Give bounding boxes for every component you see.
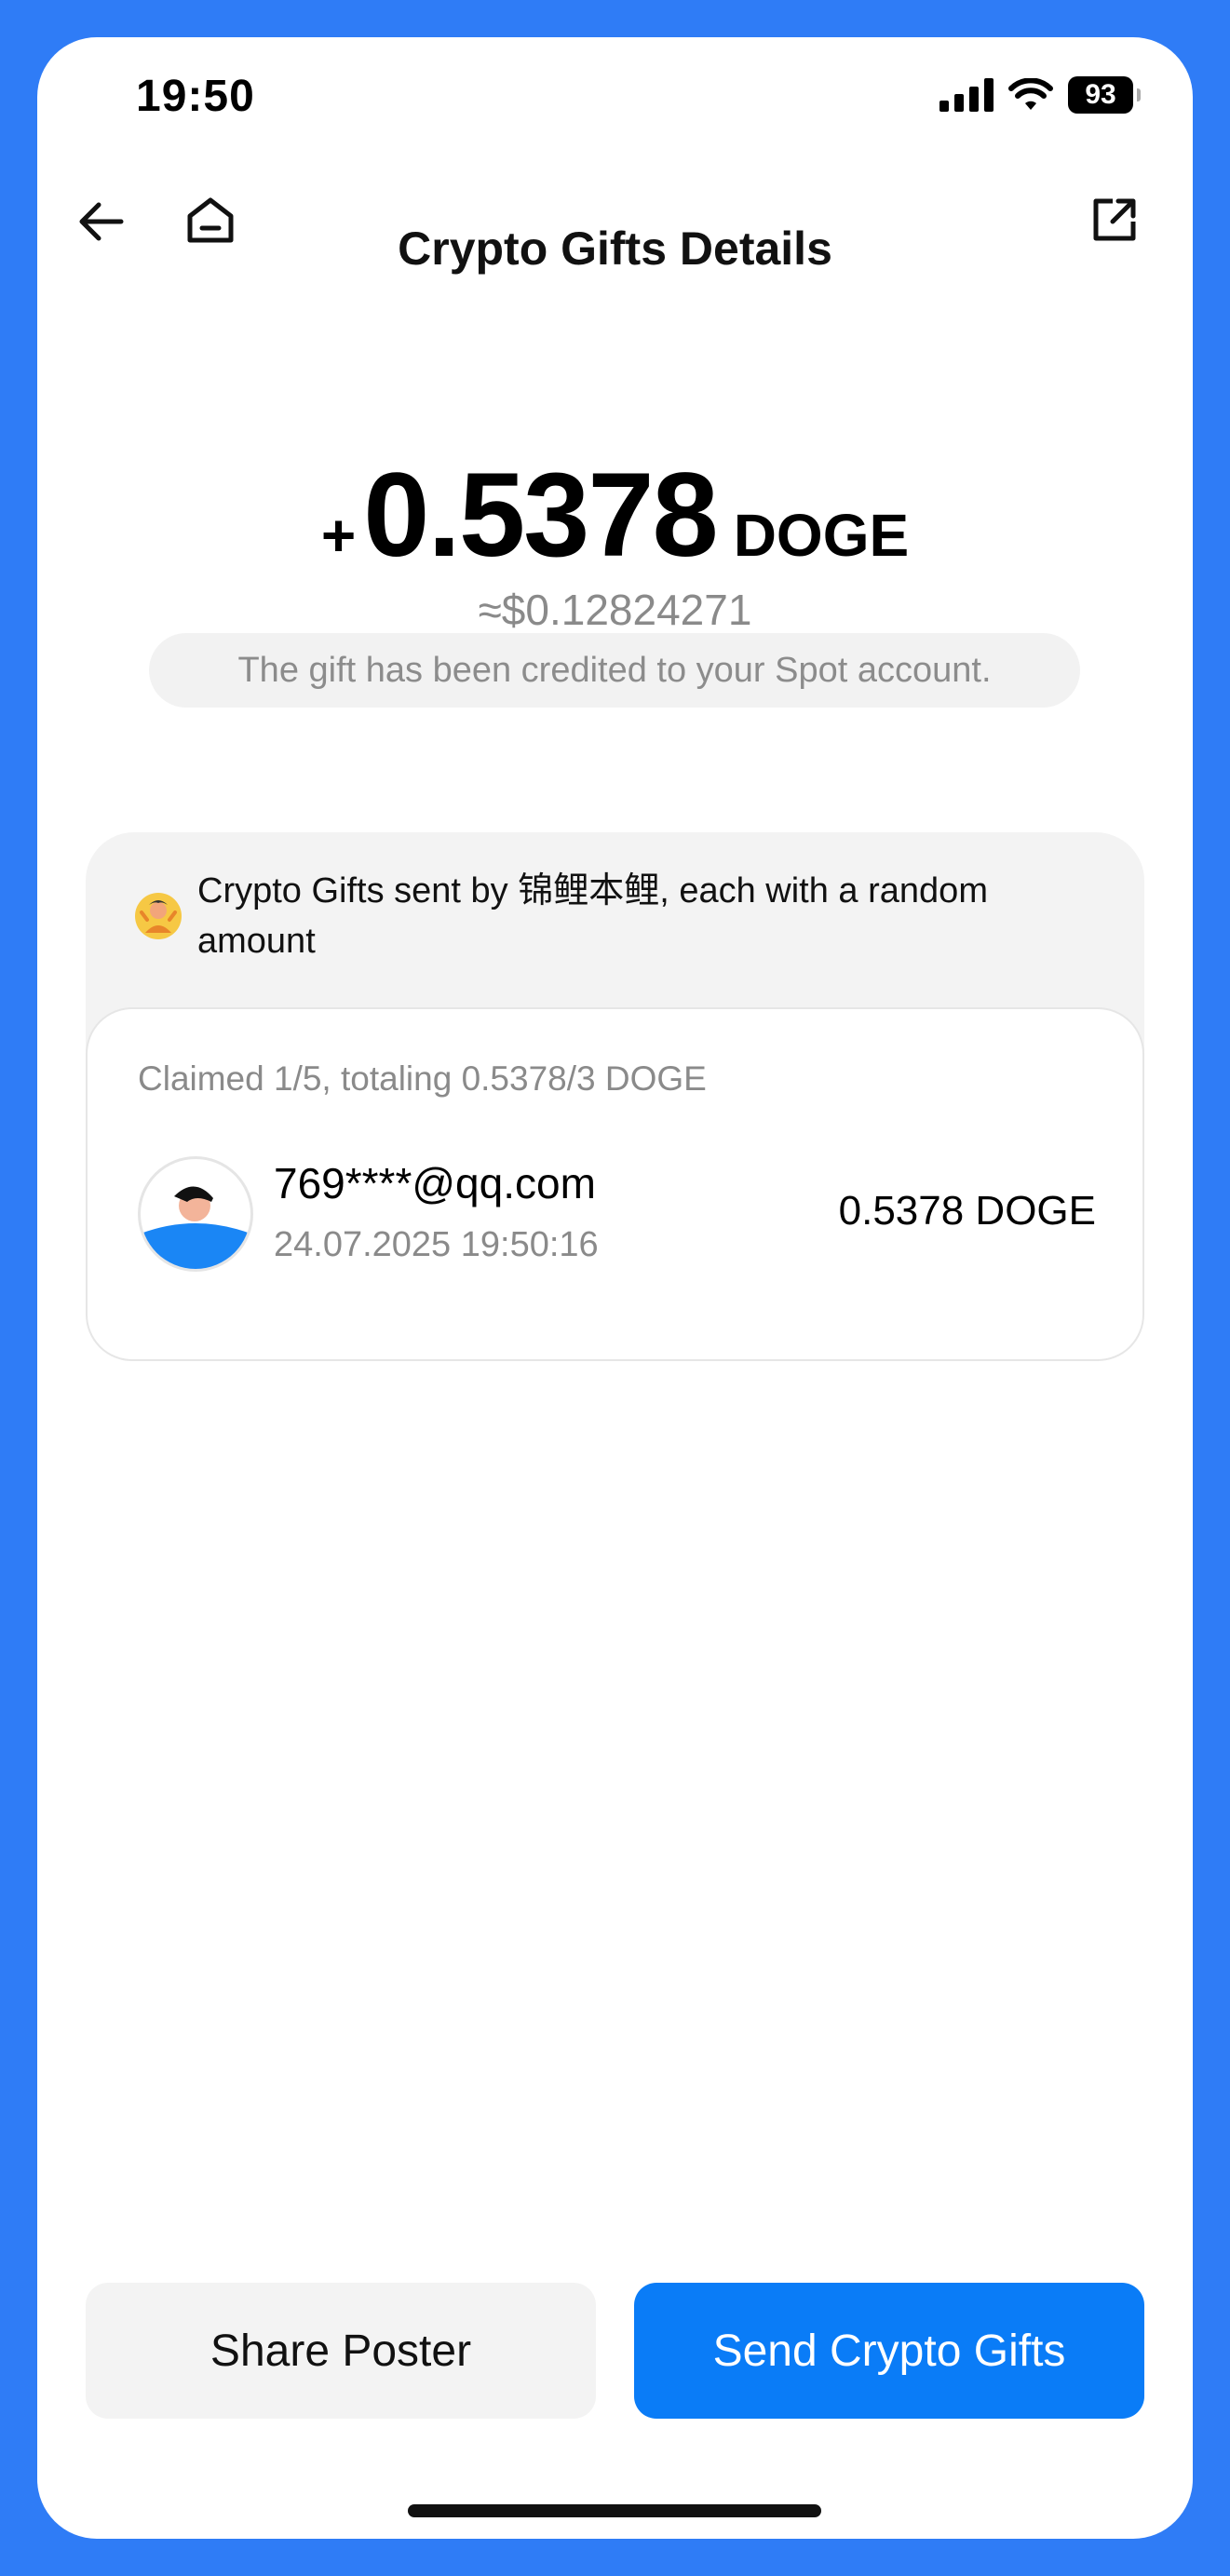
gift-amount: 0.5378 bbox=[363, 449, 718, 582]
credited-note: The gift has been credited to your Spot … bbox=[149, 633, 1080, 708]
avatar bbox=[138, 1156, 253, 1272]
claim-datetime: 24.07.2025 19:50:16 bbox=[274, 1225, 599, 1264]
gift-currency: DOGE bbox=[733, 502, 910, 569]
status-time: 19:50 bbox=[136, 72, 255, 121]
claimed-summary: Claimed 1/5, totaling 0.5378/3 DOGE bbox=[138, 1059, 707, 1098]
share-button[interactable] bbox=[1077, 182, 1152, 257]
status-icons: 93 bbox=[939, 74, 1141, 115]
share-poster-button[interactable]: Share Poster bbox=[86, 2283, 596, 2419]
battery-indicator: 93 bbox=[1068, 76, 1141, 114]
claim-amount: 0.5378 DOGE bbox=[838, 1188, 1096, 1234]
page-title: Crypto Gifts Details bbox=[398, 223, 832, 275]
phone-screen: 19:50 93 Crypto Gifts Details + 0.5378 D… bbox=[37, 37, 1193, 2539]
home-indicator bbox=[408, 2504, 821, 2517]
send-crypto-gifts-button[interactable]: Send Crypto Gifts bbox=[634, 2283, 1144, 2419]
amount-sign: + bbox=[320, 502, 357, 569]
gift-emoji-icon bbox=[135, 893, 182, 939]
usd-value: ≈$0.12824271 bbox=[478, 586, 752, 634]
wifi-icon bbox=[1008, 78, 1053, 110]
gift-amount-row: + 0.5378 DOGE bbox=[37, 447, 1193, 584]
claimer-email: 769****@qq.com bbox=[274, 1159, 596, 1207]
user-avatar-icon bbox=[141, 1186, 250, 1269]
cellular-signal-icon bbox=[939, 78, 993, 112]
share-external-icon bbox=[1093, 198, 1136, 241]
sender-description: Crypto Gifts sent by 锦鲤本鲤, each with a r… bbox=[197, 871, 988, 961]
